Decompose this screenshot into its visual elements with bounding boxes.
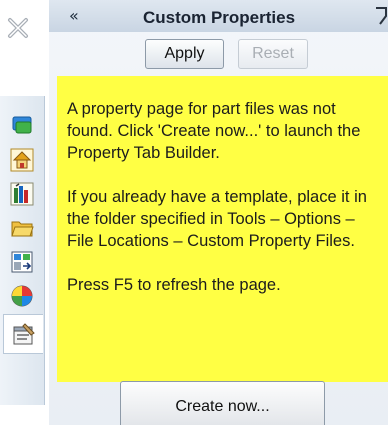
task-pane-tab-strip (0, 0, 49, 425)
tab-custom-properties[interactable] (3, 314, 43, 354)
tab-appearances[interactable] (6, 280, 38, 311)
collapse-panel-button[interactable]: « (69, 7, 79, 25)
custom-properties-icon (13, 323, 35, 345)
view-palette-icon (11, 251, 33, 272)
message-paragraph-not-found: A property page for part files was not f… (67, 100, 361, 162)
close-icon[interactable] (4, 14, 32, 42)
apply-button[interactable]: Apply (145, 39, 224, 69)
panel-toolbar: Apply Reset (49, 34, 388, 74)
reset-button[interactable]: Reset (238, 39, 308, 69)
file-explorer-icon (11, 221, 34, 236)
tab-file-explorer[interactable] (6, 212, 38, 243)
missing-property-page-message: A property page for part files was not f… (57, 76, 388, 382)
design-library-icon (10, 182, 34, 205)
feature-manager-icon (12, 116, 32, 133)
tab-home[interactable] (6, 144, 38, 175)
home-icon (10, 148, 34, 171)
message-paragraph-refresh: Press F5 to refresh the page. (67, 276, 281, 294)
pin-icon[interactable] (372, 6, 388, 28)
panel-header: « Custom Properties (49, 0, 388, 32)
panel-title: Custom Properties (142, 8, 296, 27)
tab-design-library[interactable] (6, 178, 38, 209)
create-now-button[interactable]: Create now... (120, 381, 325, 425)
custom-properties-panel: « Custom Properties Apply Reset A proper… (49, 0, 388, 425)
tab-view-palette[interactable] (6, 246, 38, 277)
appearances-icon (11, 285, 33, 306)
task-pane-tabs (0, 96, 45, 405)
message-paragraph-template: If you already have a template, place it… (67, 188, 367, 250)
tab-feature-manager[interactable] (6, 110, 38, 141)
